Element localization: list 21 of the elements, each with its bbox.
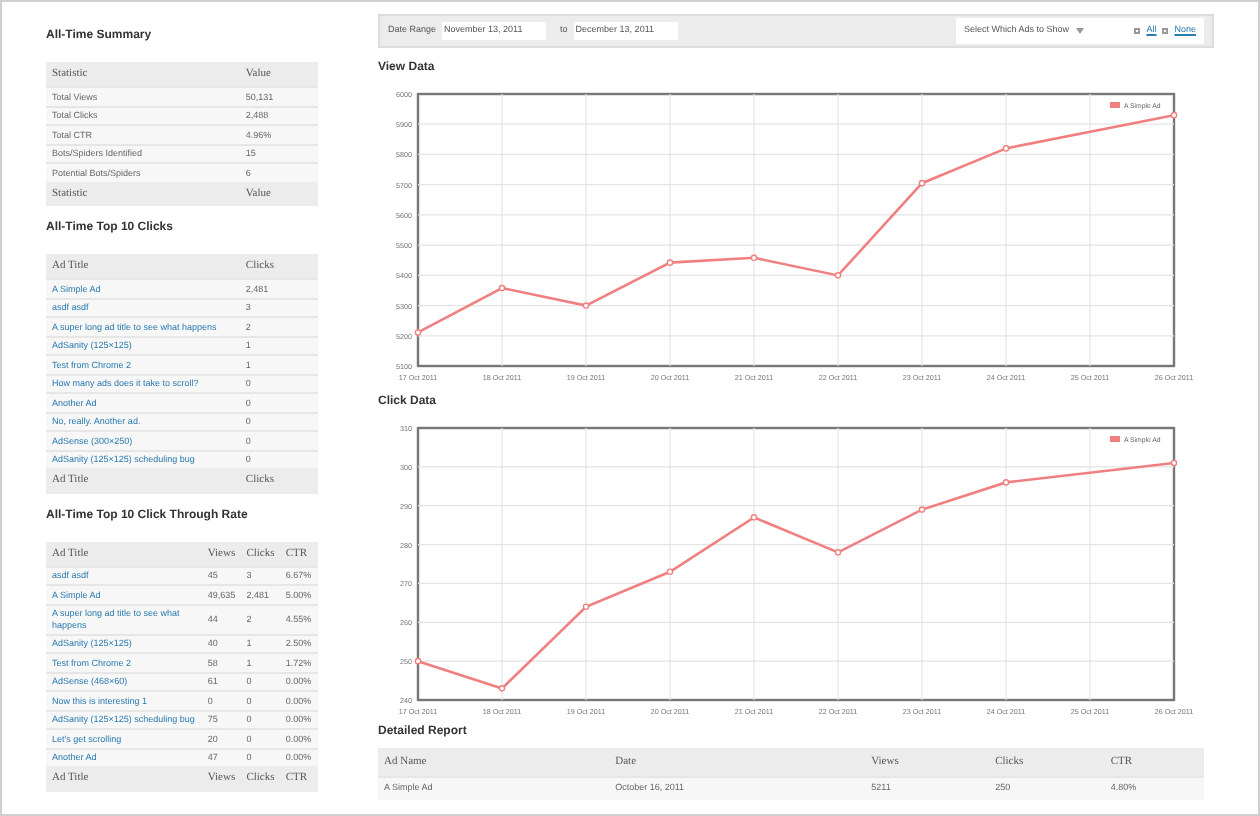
data-point bbox=[666, 259, 674, 266]
checkbox-icon[interactable] bbox=[1134, 28, 1141, 34]
checkbox-icon[interactable] bbox=[1162, 28, 1169, 34]
data-point bbox=[918, 179, 926, 187]
data-point bbox=[498, 284, 506, 292]
data-point bbox=[834, 272, 842, 279]
data-point bbox=[582, 302, 590, 309]
data-point bbox=[414, 329, 422, 336]
data-point bbox=[582, 603, 590, 611]
data-point bbox=[666, 568, 674, 576]
data-point bbox=[1002, 145, 1010, 152]
data-point bbox=[1170, 459, 1178, 467]
data-point bbox=[750, 514, 758, 521]
data-point bbox=[414, 657, 422, 665]
data-point bbox=[498, 685, 506, 692]
data-point bbox=[918, 506, 926, 513]
data-point bbox=[834, 549, 842, 556]
data-point bbox=[1002, 479, 1010, 486]
caret-icon bbox=[1075, 28, 1084, 34]
data-point bbox=[1170, 111, 1178, 119]
data-point bbox=[750, 254, 758, 262]
